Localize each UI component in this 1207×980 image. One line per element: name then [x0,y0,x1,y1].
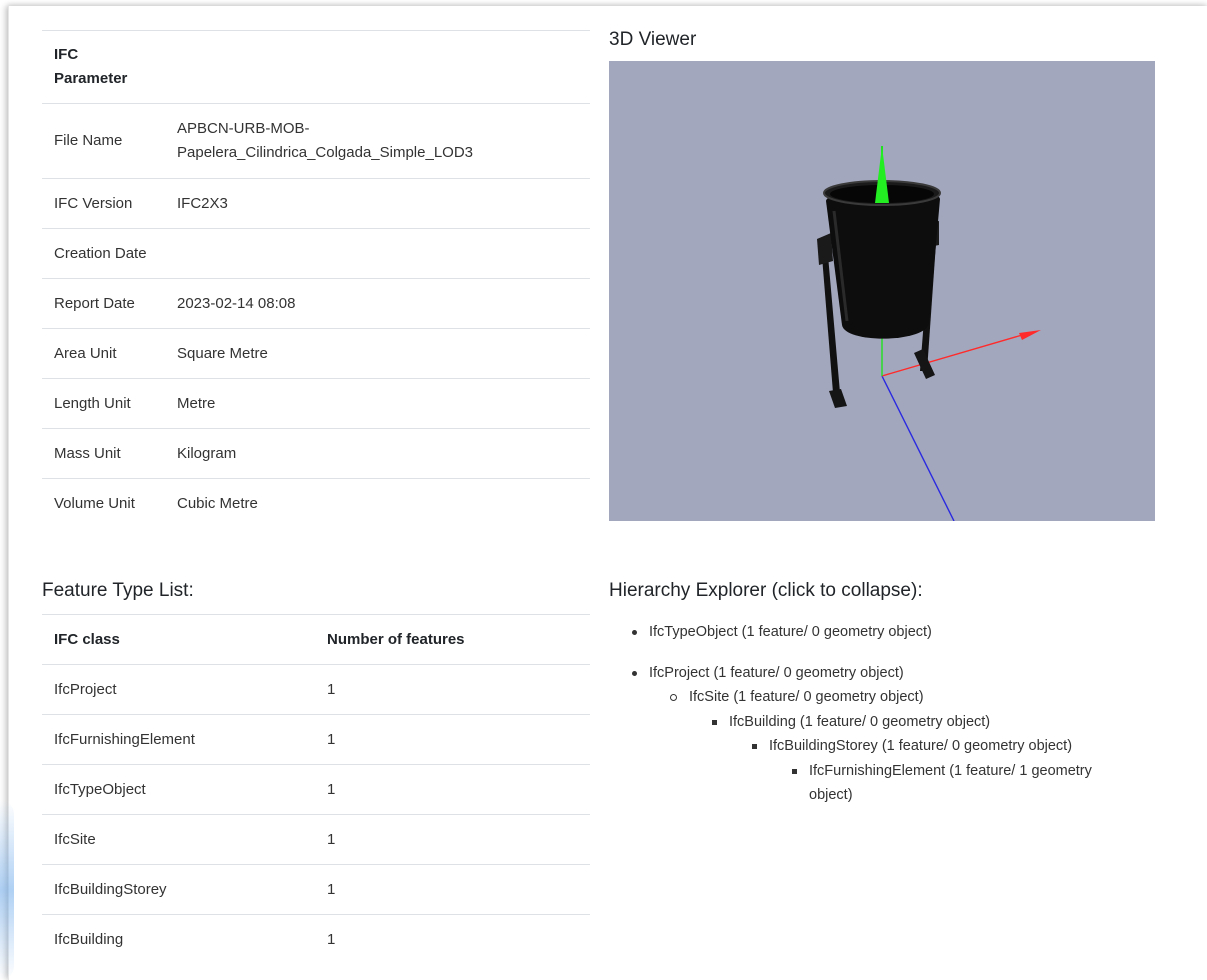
hierarchy-node[interactable]: IfcTypeObject (1 feature/ 0 geometry obj… [632,620,1169,645]
table-row: IfcProject 1 [42,664,590,715]
hierarchy-node-label[interactable]: IfcProject (1 feature/ 0 geometry object… [649,665,904,681]
bin-body [826,190,940,339]
param-row: IFC Version IFC2X3 [42,178,590,229]
feature-count-cell: 1 [315,664,590,715]
decorative-accent [0,800,14,980]
param-label: Area Unit [42,328,165,379]
hierarchy-node-label[interactable]: IfcTypeObject (1 feature/ 0 geometry obj… [649,624,932,640]
param-label: Volume Unit [42,478,165,528]
param-row: Mass Unit Kilogram [42,428,590,479]
param-value: Square Metre [165,328,590,379]
feature-count-cell: 1 [315,764,590,815]
param-row: Volume Unit Cubic Metre [42,478,590,528]
table-header-row: IFC class Number of features [42,614,590,665]
param-row: File Name APBCN-URB-MOB- Papelera_Cilindr… [42,103,590,179]
ifc-class-cell: IfcFurnishingElement [42,714,315,765]
param-row: Area Unit Square Metre [42,328,590,379]
bin-bracket [817,233,833,265]
disc-bullet-icon [632,670,637,676]
square-bullet-icon [712,719,717,725]
circle-bullet-icon [670,694,677,701]
param-value: Cubic Metre [165,478,590,528]
feature-count-cell: 1 [315,714,590,765]
param-label: IFC Version [42,178,165,229]
table-row: IfcTypeObject 1 [42,764,590,815]
param-row: Report Date 2023-02-14 08:08 [42,278,590,329]
hierarchy-node[interactable]: IfcFurnishingElement (1 feature/ 1 geome… [792,759,1129,808]
param-label: Length Unit [42,378,165,429]
bin-foot [914,349,935,379]
3d-model-render[interactable] [609,61,1155,521]
column-header: IFC class [42,614,315,665]
hierarchy-node-label[interactable]: IfcSite (1 feature/ 0 geometry object) [689,689,924,705]
param-row: Creation Date [42,228,590,279]
table-row: IfcBuildingStorey 1 [42,864,590,915]
ifc-class-cell: IfcTypeObject [42,764,315,815]
param-header: IFC Parameter [42,30,165,104]
ifc-class-cell: IfcBuilding [42,914,315,964]
square-bullet-icon [752,744,757,749]
feature-type-table: IFC class Number of features IfcProject … [42,614,590,964]
hierarchy-node-label[interactable]: IfcBuilding (1 feature/ 0 geometry objec… [729,714,990,730]
table-row: IfcSite 1 [42,814,590,865]
table-row: IfcFurnishingElement 1 [42,714,590,765]
param-value: Kilogram [165,428,590,479]
param-value: 2023-02-14 08:08 [165,278,590,329]
hierarchy-title: Hierarchy Explorer (click to collapse): [609,580,923,601]
param-value: IFC2X3 [165,178,590,229]
param-row: Length Unit Metre [42,378,590,429]
x-axis [881,332,1030,377]
file-name-value: APBCN-URB-MOB- Papelera_Cilindrica_Colgad… [165,103,590,179]
hierarchy-node[interactable]: IfcSite (1 feature/ 0 geometry object) I… [670,685,1169,808]
table-row: IfcBuilding 1 [42,914,590,964]
3d-viewer-canvas[interactable] [609,61,1155,521]
feature-count-cell: 1 [315,864,590,915]
column-header: Number of features [315,614,590,665]
param-label: Report Date [42,278,165,329]
ifc-class-cell: IfcSite [42,814,315,865]
disc-bullet-icon [632,630,637,635]
hierarchy-explorer: IfcTypeObject (1 feature/ 0 geometry obj… [609,620,1169,808]
param-value: Metre [165,378,590,429]
bin-foot [829,389,847,408]
ifc-class-cell: IfcProject [42,664,315,715]
feature-count-cell: 1 [315,914,590,964]
hierarchy-node-label[interactable]: IfcBuildingStorey (1 feature/ 0 geometry… [769,738,1072,754]
ifc-parameter-table: IFC Parameter File Name APBCN-URB-MOB- Pap… [42,30,590,528]
param-label: Mass Unit [42,428,165,479]
hierarchy-node-label[interactable]: IfcFurnishingElement (1 feature/ 1 geome… [809,763,1092,804]
param-value [165,228,590,279]
y-axis-arrow [875,146,889,203]
hierarchy-node[interactable]: IfcBuilding (1 feature/ 0 geometry objec… [712,710,1169,808]
hierarchy-node[interactable]: IfcBuildingStorey (1 feature/ 0 geometry… [752,734,1169,808]
hierarchy-node[interactable]: IfcProject (1 feature/ 0 geometry object… [632,661,1169,808]
ifc-class-cell: IfcBuildingStorey [42,864,315,915]
feature-count-cell: 1 [315,814,590,865]
x-axis-arrow [1019,330,1041,340]
square-bullet-icon [792,768,797,774]
param-label: File Name [42,103,165,179]
param-label: Creation Date [42,228,165,279]
viewer-title: 3D Viewer [609,29,697,50]
feature-list-title: Feature Type List: [42,580,194,601]
z-axis [881,375,955,521]
